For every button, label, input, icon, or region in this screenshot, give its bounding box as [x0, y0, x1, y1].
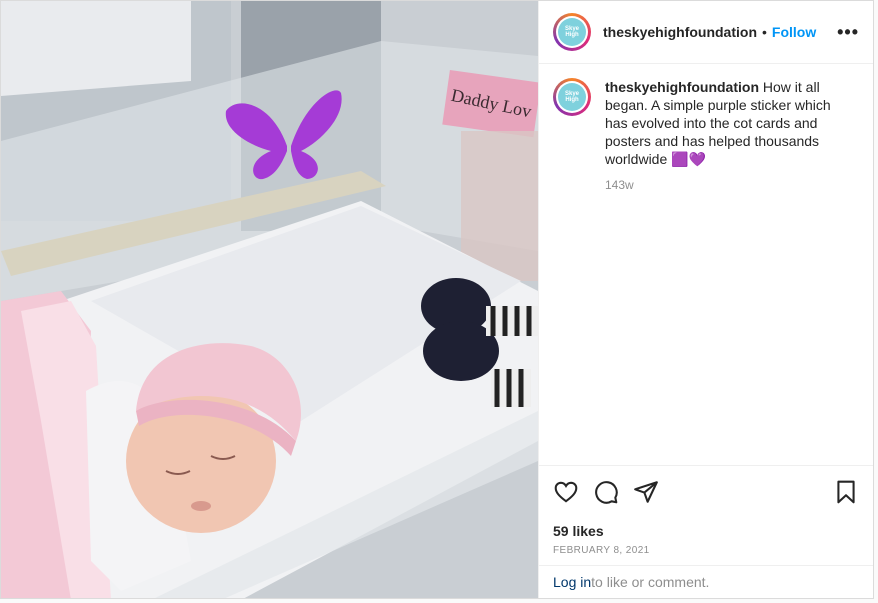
more-options-icon[interactable]: •••	[837, 22, 859, 43]
login-prompt: Log in to like or comment.	[539, 565, 873, 598]
caption-username[interactable]: theskyehighfoundation	[605, 79, 759, 95]
newborn-in-cot-photo: Daddy Lov	[1, 1, 538, 598]
post-sidebar: Skye High theskyehighfoundation • Follow…	[538, 1, 873, 598]
caption-age[interactable]: 143w	[605, 176, 849, 194]
login-rest-text: to like or comment.	[591, 574, 710, 590]
actions-section: 59 likes FEBRUARY 8, 2021	[539, 465, 873, 565]
heart-icon[interactable]	[553, 479, 579, 505]
comment-icon[interactable]	[593, 479, 619, 505]
instagram-post: Daddy Lov Skye High theskyehighfoundatio…	[0, 0, 874, 599]
post-header: Skye High theskyehighfoundation • Follow…	[539, 1, 873, 64]
header-username[interactable]: theskyehighfoundation	[603, 24, 757, 40]
separator-dot: •	[762, 24, 767, 40]
likes-count[interactable]: 59 likes	[553, 523, 859, 539]
bookmark-icon[interactable]	[833, 479, 859, 505]
caption: Skye High theskyehighfoundation How it a…	[553, 78, 859, 194]
avatar[interactable]: Skye High	[553, 13, 591, 51]
share-icon[interactable]	[633, 479, 659, 505]
follow-button[interactable]: Follow	[772, 24, 816, 40]
action-icons	[553, 478, 859, 506]
post-photo[interactable]: Daddy Lov	[1, 1, 538, 598]
comments-section: Skye High theskyehighfoundation How it a…	[539, 64, 873, 465]
post-date[interactable]: FEBRUARY 8, 2021	[553, 545, 859, 556]
avatar-logo: Skye High	[558, 18, 586, 46]
login-link[interactable]: Log in	[553, 574, 591, 590]
caption-avatar[interactable]: Skye High	[553, 78, 591, 116]
caption-avatar-logo: Skye High	[558, 83, 586, 111]
